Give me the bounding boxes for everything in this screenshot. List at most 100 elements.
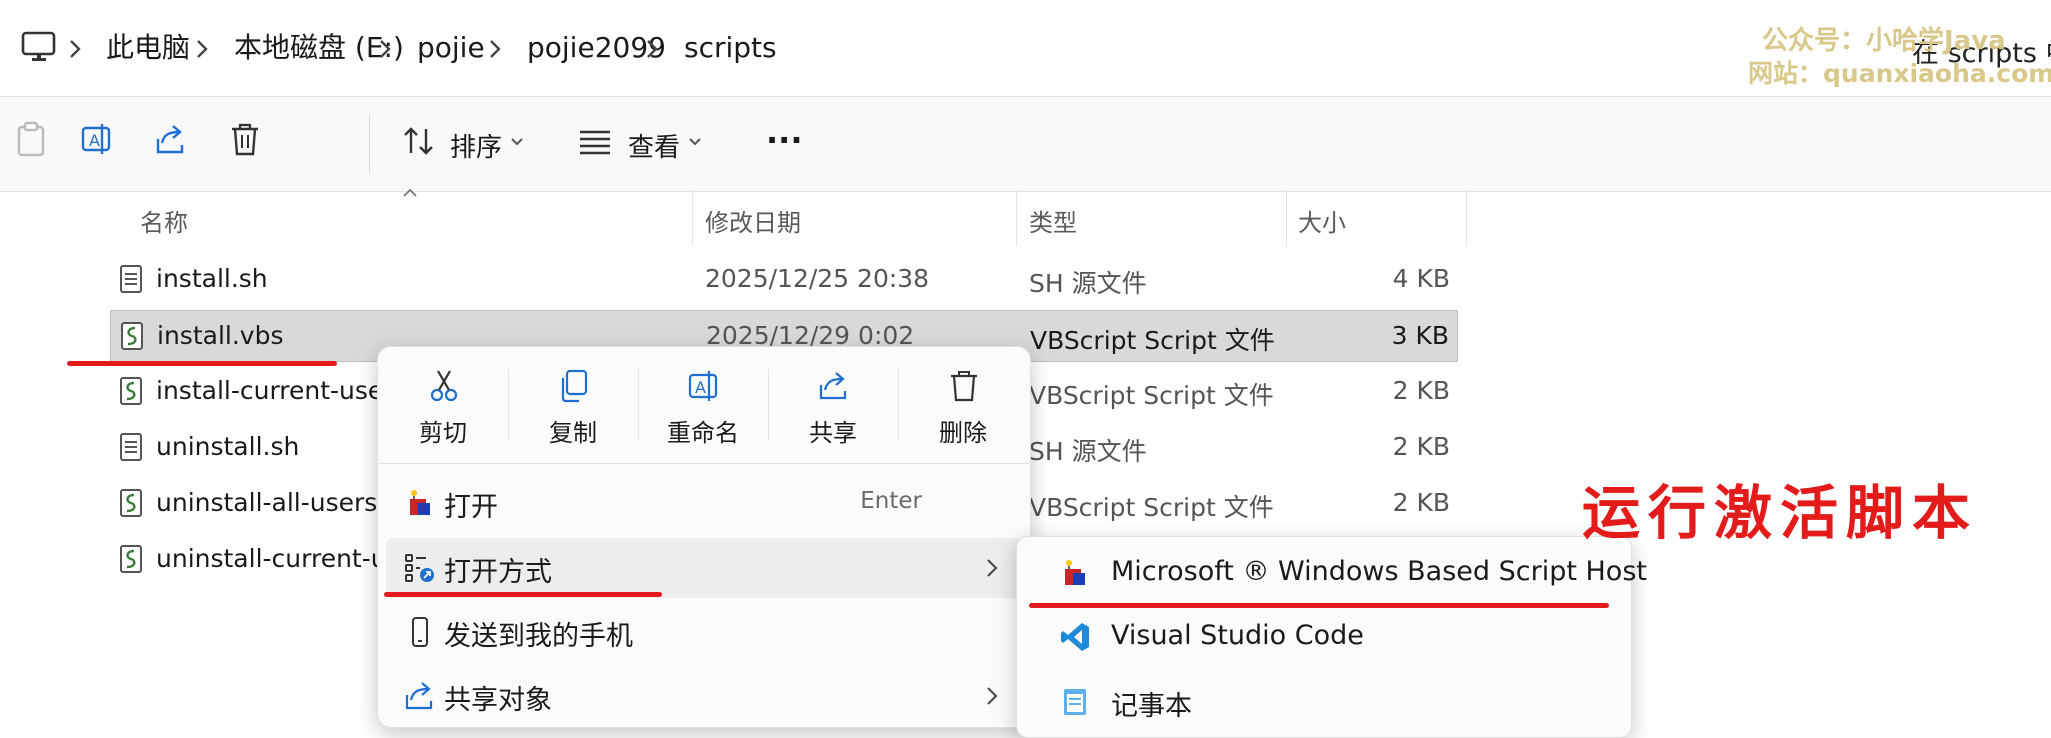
file-type: VBScript Script 文件 bbox=[1029, 493, 1274, 522]
view-button[interactable]: 查看 bbox=[628, 127, 680, 164]
sort-icon[interactable] bbox=[402, 124, 436, 158]
rename-icon[interactable]: A bbox=[80, 121, 114, 159]
file-name: uninstall-current-us bbox=[156, 544, 400, 573]
toolbar-divider bbox=[369, 115, 370, 173]
file-name: uninstall.sh bbox=[156, 432, 300, 461]
cut-label: 剪切 bbox=[419, 419, 467, 447]
file-name: install-current-user bbox=[156, 376, 394, 405]
menu-item-open[interactable]: 打开 Enter bbox=[386, 473, 1022, 533]
menu-item-send-to-phone[interactable]: 发送到我的手机 bbox=[386, 602, 1022, 662]
chevron-right-icon bbox=[986, 558, 998, 578]
file-type: VBScript Script 文件 bbox=[1030, 326, 1275, 355]
context-menu: 剪切 复制 A 重命名 共享 删除 打开 Enter 打开方式 发送到我的手机 … bbox=[377, 346, 1031, 728]
breadcrumb-item-pojie[interactable]: pojie bbox=[417, 28, 485, 68]
menu-item-open-with[interactable]: 打开方式 bbox=[386, 538, 1022, 598]
menu-item-open-label: 打开 bbox=[444, 492, 498, 523]
file-size: 2 KB bbox=[1392, 432, 1450, 461]
more-options-button[interactable]: ··· bbox=[766, 121, 802, 159]
column-header-date[interactable]: 修改日期 bbox=[705, 203, 801, 238]
chevron-right-icon bbox=[986, 686, 998, 706]
share-icon[interactable] bbox=[154, 121, 188, 159]
chevron-down-icon[interactable] bbox=[688, 137, 702, 147]
annotation-underline bbox=[67, 361, 337, 366]
open-with-submenu: Microsoft ® Windows Based Script Host Vi… bbox=[1016, 536, 1647, 738]
copy-button[interactable]: 复制 bbox=[508, 347, 638, 463]
column-divider[interactable] bbox=[1466, 190, 1467, 246]
view-icon[interactable] bbox=[578, 127, 612, 157]
svg-text:A: A bbox=[695, 378, 706, 397]
open-with-icon bbox=[404, 552, 436, 584]
vscode-icon bbox=[1059, 621, 1091, 653]
annotation-underline bbox=[384, 592, 662, 597]
copy-label: 复制 bbox=[549, 419, 597, 447]
column-divider[interactable] bbox=[692, 190, 693, 246]
file-type: SH 源文件 bbox=[1029, 437, 1147, 466]
chevron-right-icon[interactable] bbox=[488, 38, 502, 60]
share-icon bbox=[404, 680, 436, 712]
submenu-item-notepad[interactable]: 记事本 bbox=[1025, 671, 1623, 731]
column-divider[interactable] bbox=[1286, 190, 1287, 246]
vbscript-file-icon bbox=[121, 322, 143, 350]
menu-item-share-with[interactable]: 共享对象 bbox=[386, 666, 1022, 726]
cut-button[interactable]: 剪切 bbox=[378, 347, 508, 463]
scissors-icon bbox=[428, 369, 460, 403]
shortcut-enter: Enter bbox=[860, 488, 922, 514]
vbscript-file-icon bbox=[120, 545, 142, 573]
rename-button[interactable]: A 重命名 bbox=[638, 347, 768, 463]
menu-separator bbox=[378, 463, 1030, 464]
menu-item-share-with-label: 共享对象 bbox=[444, 685, 552, 716]
file-date: 2025/12/25 20:38 bbox=[705, 264, 930, 293]
text-file-icon bbox=[120, 265, 142, 293]
share-label: 共享 bbox=[809, 419, 857, 447]
menu-item-send-to-phone-label: 发送到我的手机 bbox=[444, 621, 633, 652]
vbscript-file-icon bbox=[120, 489, 142, 517]
chevron-right-icon[interactable] bbox=[645, 38, 659, 60]
sort-button[interactable]: 排序 bbox=[450, 127, 502, 164]
paste-icon[interactable] bbox=[14, 121, 48, 159]
submenu-item-vscode[interactable]: Visual Studio Code bbox=[1025, 607, 1623, 667]
delete-icon[interactable] bbox=[228, 121, 262, 159]
phone-icon bbox=[404, 616, 436, 648]
column-divider[interactable] bbox=[1016, 190, 1017, 246]
menu-item-open-with-label: 打开方式 bbox=[444, 557, 552, 588]
trash-icon bbox=[948, 369, 980, 403]
svg-text:A: A bbox=[89, 131, 100, 150]
chevron-right-icon[interactable] bbox=[68, 38, 82, 60]
file-row[interactable]: install.sh 2025/12/25 20:38 SH 源文件 4 KB bbox=[110, 254, 1458, 306]
submenu-item-script-host-label: Microsoft ® Windows Based Script Host bbox=[1111, 556, 1647, 587]
file-name: install.vbs bbox=[157, 321, 284, 350]
submenu-item-vscode-label: Visual Studio Code bbox=[1111, 620, 1364, 651]
chevron-right-icon[interactable] bbox=[378, 38, 392, 60]
chevron-down-icon[interactable] bbox=[510, 137, 524, 147]
vbscript-file-icon bbox=[120, 377, 142, 405]
command-bar: A 排序 查看 ··· bbox=[0, 96, 2051, 192]
file-name: install.sh bbox=[156, 264, 268, 293]
rename-label: 重命名 bbox=[667, 419, 739, 447]
file-size: 2 KB bbox=[1392, 376, 1450, 405]
file-size: 2 KB bbox=[1392, 488, 1450, 517]
script-host-icon bbox=[404, 487, 436, 519]
delete-label: 删除 bbox=[939, 419, 987, 447]
sort-up-icon bbox=[402, 188, 418, 198]
copy-icon bbox=[558, 369, 590, 403]
file-size: 3 KB bbox=[1391, 321, 1449, 350]
column-header-type[interactable]: 类型 bbox=[1029, 203, 1077, 238]
delete-button[interactable]: 删除 bbox=[898, 347, 1028, 463]
breadcrumb-item-scripts[interactable]: scripts bbox=[684, 28, 777, 68]
file-type: SH 源文件 bbox=[1029, 269, 1147, 298]
file-type: VBScript Script 文件 bbox=[1029, 381, 1274, 410]
annotation-text: 运行激活脚本 bbox=[1582, 479, 1979, 547]
watermark-line-2: 网站：quanxiaoha.com bbox=[1748, 59, 2051, 88]
share-icon bbox=[818, 369, 850, 403]
address-bar: 此电脑 本地磁盘 (E:) pojie pojie2099 scripts 在 … bbox=[0, 0, 2051, 96]
text-file-icon bbox=[120, 433, 142, 461]
watermark-line-1: 公众号：小哈学Java bbox=[1762, 26, 2006, 56]
share-button[interactable]: 共享 bbox=[768, 347, 898, 463]
computer-icon[interactable] bbox=[20, 30, 58, 66]
submenu-item-script-host[interactable]: Microsoft ® Windows Based Script Host bbox=[1025, 543, 1647, 603]
chevron-right-icon[interactable] bbox=[195, 38, 209, 60]
breadcrumb-item-this-pc[interactable]: 此电脑 bbox=[106, 28, 190, 68]
notepad-icon bbox=[1059, 685, 1091, 717]
column-header-name[interactable]: 名称 bbox=[140, 203, 188, 238]
column-header-size[interactable]: 大小 bbox=[1298, 203, 1346, 238]
